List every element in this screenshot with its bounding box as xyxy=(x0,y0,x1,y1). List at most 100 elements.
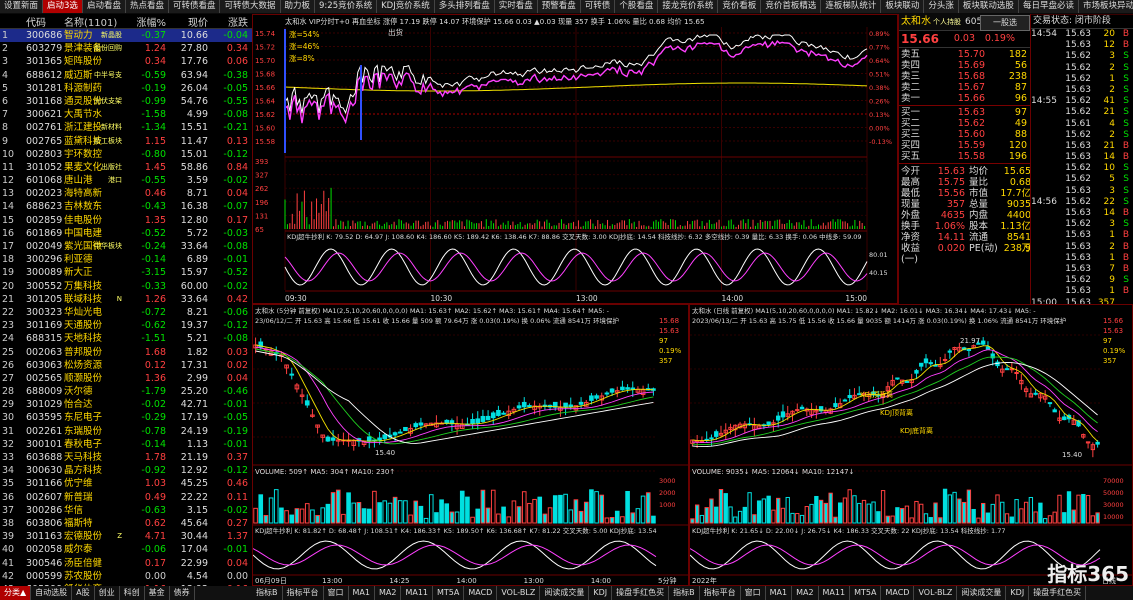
indicator-tab-12[interactable]: 指标B xyxy=(669,586,700,600)
indicator-tab-4[interactable]: MA2 xyxy=(375,586,402,600)
stock-row[interactable]: 38 603806 福斯特 0.62 45.64 0.27 xyxy=(0,517,252,530)
stock-row[interactable]: 21 301205 联域科技 N 1.26 33.64 0.42 xyxy=(0,293,252,306)
category-tab-3[interactable]: 创业 xyxy=(95,586,120,600)
indicator-tab-0[interactable]: 指标B xyxy=(252,586,283,600)
tab-14[interactable]: 接龙竞价系统 xyxy=(658,0,719,13)
tab-19[interactable]: 分头涨 xyxy=(924,0,959,13)
category-tab-4[interactable]: 科创 xyxy=(120,586,145,600)
stock-row[interactable]: 33 603688 天马科技 1.78 21.19 0.37 xyxy=(0,451,252,464)
category-tab-0[interactable]: 分类▲ xyxy=(0,586,32,600)
indicator-tab-10[interactable]: KDJ xyxy=(589,586,613,600)
stock-row[interactable]: 3 301365 矩阵股份 0.34 17.76 0.06 xyxy=(0,55,252,68)
indicator-tab-18[interactable]: MT5A xyxy=(850,586,882,600)
tab-4[interactable]: 可转债看盘 xyxy=(168,0,221,13)
indicator-tab-23[interactable]: 操盘手红色买 xyxy=(1029,586,1087,600)
stock-row[interactable]: 24 688315 天地科技 -1.51 5.21 -0.08 xyxy=(0,332,252,345)
tab-12[interactable]: 可转债 xyxy=(580,0,616,13)
tab-1[interactable]: 启动3选 xyxy=(43,0,83,13)
stock-row[interactable]: 19 300089 新大正 -3.15 15.97 -0.52 xyxy=(0,266,252,279)
stock-row[interactable]: 37 300286 华信 -0.63 3.15 -0.02 xyxy=(0,504,252,517)
indicator-tab-1[interactable]: 指标平台 xyxy=(283,586,324,600)
select-stock-button[interactable]: 一股选 xyxy=(980,15,1030,31)
indicator-tab-8[interactable]: VOL-BLZ xyxy=(497,586,541,600)
indicator-tab-15[interactable]: MA1 xyxy=(766,586,793,600)
stock-row[interactable]: 11 301052 果麦文化 出版社 1.45 58.86 0.84 xyxy=(0,161,252,174)
tab-11[interactable]: 预警看盘 xyxy=(537,0,581,13)
indicator-tab-6[interactable]: MT5A xyxy=(433,586,465,600)
header-chg[interactable]: 涨跌 xyxy=(208,14,248,29)
stock-row[interactable]: 30 603595 东尼电子 -0.29 17.19 -0.05 xyxy=(0,411,252,424)
indicator-tab-19[interactable]: MACD xyxy=(881,586,915,600)
stock-row[interactable]: 13 002023 海特高新 0.46 8.71 0.04 xyxy=(0,187,252,200)
tab-6[interactable]: 助力板 xyxy=(280,0,316,13)
stock-row[interactable]: 32 300101 春秋电子 -0.14 1.13 -0.01 xyxy=(0,438,252,451)
tab-18[interactable]: 板块联动 xyxy=(881,0,925,13)
tab-0[interactable]: 设置新面 xyxy=(0,0,44,13)
tab-15[interactable]: 竞价看板 xyxy=(718,0,762,13)
stock-row[interactable]: 41 300546 汤臣倍健 0.17 22.99 0.04 xyxy=(0,557,252,570)
indicator-tab-13[interactable]: 指标平台 xyxy=(700,586,741,600)
stock-row[interactable]: 42 000599 苏农股份 0.00 4.54 0.00 xyxy=(0,570,252,583)
indicator-tab-16[interactable]: MA2 xyxy=(792,586,819,600)
indicator-tab-5[interactable]: MA11 xyxy=(401,586,433,600)
stock-row[interactable]: 26 603063 松炀资源 0.12 17.31 0.02 xyxy=(0,359,252,372)
indicator-tab-14[interactable]: 窗口 xyxy=(741,586,766,600)
stock-row[interactable]: 29 301029 怡合达 -0.02 42.71 -0.01 xyxy=(0,398,252,411)
stock-row[interactable]: 1 300686 智动力 新晶股 -0.37 10.66 -0.04 xyxy=(0,29,252,43)
header-pct[interactable]: 涨幅% xyxy=(122,14,166,29)
stock-row[interactable]: 28 688009 沃尔德 -1.79 25.20 -0.46 xyxy=(0,385,252,398)
header-price[interactable]: 现价 xyxy=(166,14,208,29)
stock-row[interactable]: 40 002058 威尔泰 -0.06 17.04 -0.01 xyxy=(0,543,252,556)
tab-5[interactable]: 可转债大数据 xyxy=(220,0,281,13)
indicator-tab-11[interactable]: 操盘手红色买 xyxy=(612,586,670,600)
indicator-tab-2[interactable]: 窗口 xyxy=(324,586,349,600)
daily-chart-panel[interactable]: 太和水 (日线 前复权) MA1(5,10,20,60,0,0,0,0) MA1… xyxy=(689,304,1133,586)
stock-row[interactable]: 22 300323 华灿光电 -0.72 8.21 -0.06 xyxy=(0,306,252,319)
stock-row[interactable]: 8 002761 浙江建投 新材料 -1.34 15.51 -0.21 xyxy=(0,121,252,134)
stock-row[interactable]: 15 002859 佳电股份 1.35 12.80 0.17 xyxy=(0,214,252,227)
stock-row[interactable]: 20 300552 万集科技 -0.33 60.00 -0.02 xyxy=(0,280,252,293)
category-tab-1[interactable]: 自动选股 xyxy=(31,586,73,600)
stock-row[interactable]: 23 301169 天通股份 -0.62 19.37 -0.12 xyxy=(0,319,252,332)
category-tab-5[interactable]: 基金 xyxy=(145,586,170,600)
indicator-tab-22[interactable]: KDJ xyxy=(1006,586,1030,600)
stock-row[interactable]: 7 300621 大禹节水 -1.58 4.99 -0.08 xyxy=(0,108,252,121)
stock-row[interactable]: 25 002063 普邦股份 1.68 1.82 0.03 xyxy=(0,346,252,359)
category-tab-2[interactable]: A股 xyxy=(72,586,95,600)
five-minute-chart-panel[interactable]: 太和水 (5分钟 前复权) MA1(2,5,10,20,60,0,0,0,0) … xyxy=(252,304,689,586)
tab-22[interactable]: 市场板块异动 xyxy=(1078,0,1133,13)
stock-row[interactable]: 14 688623 吉林敖东 -0.43 16.38 -0.07 xyxy=(0,200,252,213)
indicator-tab-7[interactable]: MACD xyxy=(464,586,498,600)
tab-21[interactable]: 每日早盘必读 xyxy=(1018,0,1079,13)
tab-2[interactable]: 启动看盘 xyxy=(82,0,126,13)
stock-row[interactable]: 34 300630 晶方科技 -0.92 12.92 -0.12 xyxy=(0,464,252,477)
tab-3[interactable]: 热点看盘 xyxy=(125,0,169,13)
tab-20[interactable]: 板块联动选股 xyxy=(958,0,1019,13)
category-tab-6[interactable]: 债券 xyxy=(170,586,195,600)
tab-10[interactable]: 实时看盘 xyxy=(494,0,538,13)
tab-8[interactable]: KDJ竞价系统 xyxy=(377,0,435,13)
tab-17[interactable]: 连板梯队统计 xyxy=(821,0,882,13)
stock-row[interactable]: 10 002803 宇环数控 -0.80 15.01 -0.12 xyxy=(0,148,252,161)
indicator-tab-9[interactable]: 阅读成交量 xyxy=(540,586,590,600)
tab-7[interactable]: 9:25竞价系统 xyxy=(315,0,378,13)
stock-row[interactable]: 4 688612 威迈斯 中半号支 -0.59 63.94 -0.38 xyxy=(0,69,252,82)
stock-row[interactable]: 2 603279 景津装备 股份回购 1.24 27.80 0.34 xyxy=(0,42,252,55)
tab-13[interactable]: 个股看盘 xyxy=(615,0,659,13)
stock-row[interactable]: 18 300296 利亚德 -0.14 6.89 -0.01 xyxy=(0,253,252,266)
stock-row[interactable]: 9 002765 蓝黛科技 新工板块 1.15 11.47 0.13 xyxy=(0,135,252,148)
indicator-tab-3[interactable]: MA1 xyxy=(349,586,375,600)
tab-16[interactable]: 竞价首板精选 xyxy=(761,0,822,13)
tab-9[interactable]: 多头排列看盘 xyxy=(434,0,495,13)
intraday-chart-panel[interactable]: 太和水 VIP分时T+0 再血坐标 涨停 17.19 跌停 14.07 环境保护… xyxy=(252,14,898,304)
stock-row[interactable]: 6 301168 通灵股份 光伏支架 -0.99 54.76 -0.55 xyxy=(0,95,252,108)
stock-row[interactable]: 39 301163 宏德股份 Z 4.71 30.44 1.37 xyxy=(0,530,252,543)
indicator-tab-17[interactable]: MA11 xyxy=(819,586,851,600)
header-name[interactable]: 名称(1101) xyxy=(64,14,122,28)
stock-row[interactable]: 16 601869 中国电建 -0.52 5.72 -0.03 xyxy=(0,227,252,240)
stock-row[interactable]: 17 002049 紫光国微 中华板块 -0.24 33.64 -0.08 xyxy=(0,240,252,253)
header-code[interactable]: 代码 xyxy=(26,14,64,29)
stock-row[interactable]: 31 002261 东瑞股份 -0.78 24.19 -0.19 xyxy=(0,425,252,438)
stock-row[interactable]: 36 002607 新普瑞 0.49 22.22 0.11 xyxy=(0,491,252,504)
stock-row[interactable]: 27 002565 顺灏股份 1.36 2.99 0.04 xyxy=(0,372,252,385)
